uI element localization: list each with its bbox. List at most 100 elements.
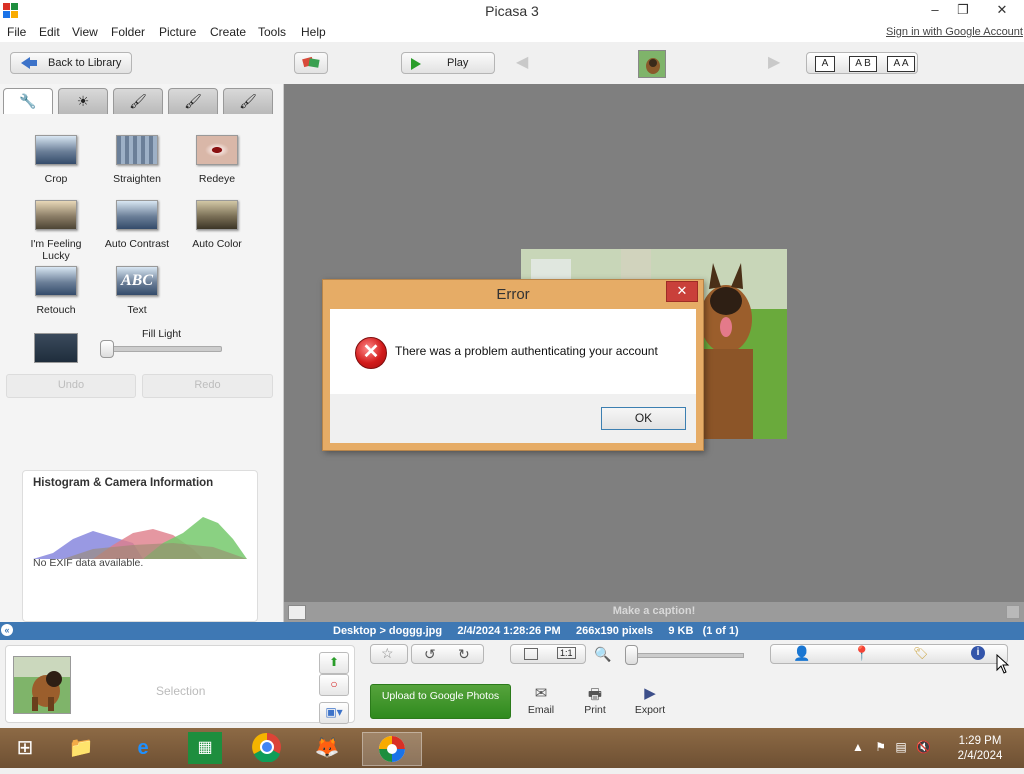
view-mode-group: 1:1 [510, 644, 586, 664]
star-button[interactable]: ☆ [370, 644, 408, 664]
collage-button[interactable] [294, 52, 328, 74]
info-icon[interactable]: i [971, 646, 985, 660]
store-icon[interactable]: ▦ [188, 732, 222, 764]
caption-clear-icon[interactable] [1006, 605, 1020, 619]
start-windows-icon[interactable]: ⊞ [8, 732, 42, 764]
photo-tray: Selection ⬆ ○ ▣▾ ☆ ↺ ↻ 1:1 🔍 👤 📍 🏷 i Upl… [0, 640, 1024, 728]
toolbar: Back to Library Play ◀ ▶ A A B A A [0, 42, 1024, 84]
selection-tray: Selection ⬆ ○ ▣▾ [5, 645, 355, 724]
signin-link[interactable]: Sign in with Google Account [886, 26, 1023, 38]
redeye-tool[interactable]: Redeye [177, 135, 257, 185]
fit-view-icon[interactable] [524, 648, 538, 660]
retouch-tool[interactable]: Retouch [16, 266, 96, 316]
show-hidden-icons[interactable]: ▲ [852, 740, 864, 754]
menu-file[interactable]: File [7, 25, 26, 39]
collage-icon [302, 56, 320, 68]
rotate-left-icon[interactable]: ↺ [424, 646, 436, 663]
color-icon [196, 200, 238, 230]
brush-green-icon: 🖌 [184, 93, 202, 109]
info-panel-group: 👤 📍 🏷 i [770, 644, 1008, 664]
window-title: Picasa 3 [485, 3, 539, 19]
actual-size-icon[interactable]: 1:1 [557, 647, 576, 659]
tab-tuning[interactable]: ☀ [58, 88, 108, 114]
text-tool[interactable]: ABC Text [97, 266, 177, 316]
previous-arrow-icon[interactable]: ◀ [516, 52, 528, 72]
hold-button[interactable]: ⬆ [319, 652, 349, 674]
feeling-lucky-tool[interactable]: I'm Feeling Lucky [16, 200, 96, 262]
caption-size-small[interactable]: A [815, 56, 835, 72]
volume-muted-icon[interactable]: 🔇 [916, 740, 931, 754]
sun-icon: ☀ [76, 93, 90, 109]
caption-size-medium[interactable]: A B [849, 56, 877, 72]
play-slideshow-button[interactable]: Play [401, 52, 495, 74]
back-to-library-button[interactable]: Back to Library [10, 52, 132, 74]
redeye-label: Redeye [198, 173, 236, 185]
firefox-icon[interactable]: 🦊 [310, 732, 344, 764]
flag-icon[interactable]: ⚑ [875, 740, 886, 754]
zoom-slider-track[interactable] [628, 653, 744, 658]
system-tray: ▲ ⚑ ▤ 🔇 [852, 740, 931, 754]
menu-picture[interactable]: Picture [159, 25, 196, 39]
straighten-label: Straighten [113, 173, 161, 185]
histogram-graph [33, 517, 247, 559]
rotate-right-icon[interactable]: ↻ [458, 646, 470, 663]
brush-icon: 🖌 [129, 93, 147, 109]
clock[interactable]: 1:29 PM 2/4/2024 [948, 734, 1012, 764]
selected-photo-thumbnail[interactable] [13, 656, 71, 714]
network-icon[interactable]: ▤ [895, 740, 906, 754]
auto-contrast-tool[interactable]: Auto Contrast [97, 200, 177, 250]
title-bar: Picasa 3 – ❐ ✕ [0, 0, 1024, 22]
location-pin-icon[interactable]: 📍 [853, 645, 870, 662]
file-explorer-icon[interactable]: 📁 [64, 732, 98, 764]
caption-bar[interactable]: Make a caption! [284, 602, 1024, 622]
chrome-icon[interactable] [250, 732, 284, 764]
album-button[interactable]: ▣▾ [319, 702, 349, 724]
clear-button[interactable]: ○ [319, 674, 349, 696]
maximize-button[interactable]: ❐ [946, 0, 980, 22]
menu-create[interactable]: Create [210, 25, 246, 39]
print-button[interactable]: 🖶 Print [570, 684, 620, 716]
caption-size-large[interactable]: A A [887, 56, 915, 72]
menu-tools[interactable]: Tools [258, 25, 286, 39]
straighten-tool[interactable]: Straighten [97, 135, 177, 185]
error-icon: ✕ [355, 337, 387, 369]
menu-help[interactable]: Help [301, 25, 326, 39]
redo-button[interactable]: Redo [142, 374, 273, 398]
fill-light-label: Fill Light [142, 328, 182, 340]
print-icon: 🖶 [587, 686, 603, 703]
picasa-taskbar-icon[interactable] [362, 732, 422, 766]
auto-color-tool[interactable]: Auto Color [177, 200, 257, 250]
fill-light-slider-track[interactable] [104, 346, 222, 352]
next-arrow-icon[interactable]: ▶ [768, 52, 780, 72]
menu-edit[interactable]: Edit [39, 25, 60, 39]
filmstrip-thumbnail[interactable] [638, 50, 666, 78]
tab-basic-fixes[interactable]: 🔧 [3, 88, 53, 114]
export-label: Export [634, 704, 666, 716]
fill-light-slider-thumb[interactable] [100, 340, 114, 358]
menu-folder[interactable]: Folder [111, 25, 145, 39]
close-button[interactable]: ✕ [980, 0, 1024, 22]
tab-effects-2[interactable]: 🖌 [168, 88, 218, 114]
people-icon[interactable]: 👤 [793, 645, 810, 662]
dialog-title: Error [496, 286, 530, 303]
caption-input[interactable]: Make a caption! [284, 605, 1024, 617]
collapse-icon[interactable]: « [1, 624, 13, 636]
zoom-slider-thumb[interactable] [625, 645, 638, 665]
tab-effects[interactable]: 🖌 [113, 88, 163, 114]
internet-explorer-icon[interactable]: e [126, 732, 160, 764]
menu-view[interactable]: View [72, 25, 98, 39]
upload-to-google-photos-button[interactable]: Upload to Google Photos [370, 684, 511, 719]
tab-effects-3[interactable]: 🖌 [223, 88, 273, 114]
email-button[interactable]: ✉ Email [516, 684, 566, 716]
tag-icon[interactable]: 🏷 [913, 646, 928, 660]
pin-green-icon: ⬆ [328, 655, 340, 669]
undo-button[interactable]: Undo [6, 374, 136, 398]
contrast-icon [116, 200, 158, 230]
export-button[interactable]: ▶ Export [625, 684, 675, 716]
back-arrow-icon [21, 57, 37, 69]
crop-label: Crop [44, 173, 68, 185]
clock-time: 1:29 PM [958, 735, 1002, 747]
ok-button[interactable]: OK [601, 407, 686, 430]
crop-tool[interactable]: Crop [16, 135, 96, 185]
dialog-close-button[interactable]: ✕ [666, 281, 698, 302]
